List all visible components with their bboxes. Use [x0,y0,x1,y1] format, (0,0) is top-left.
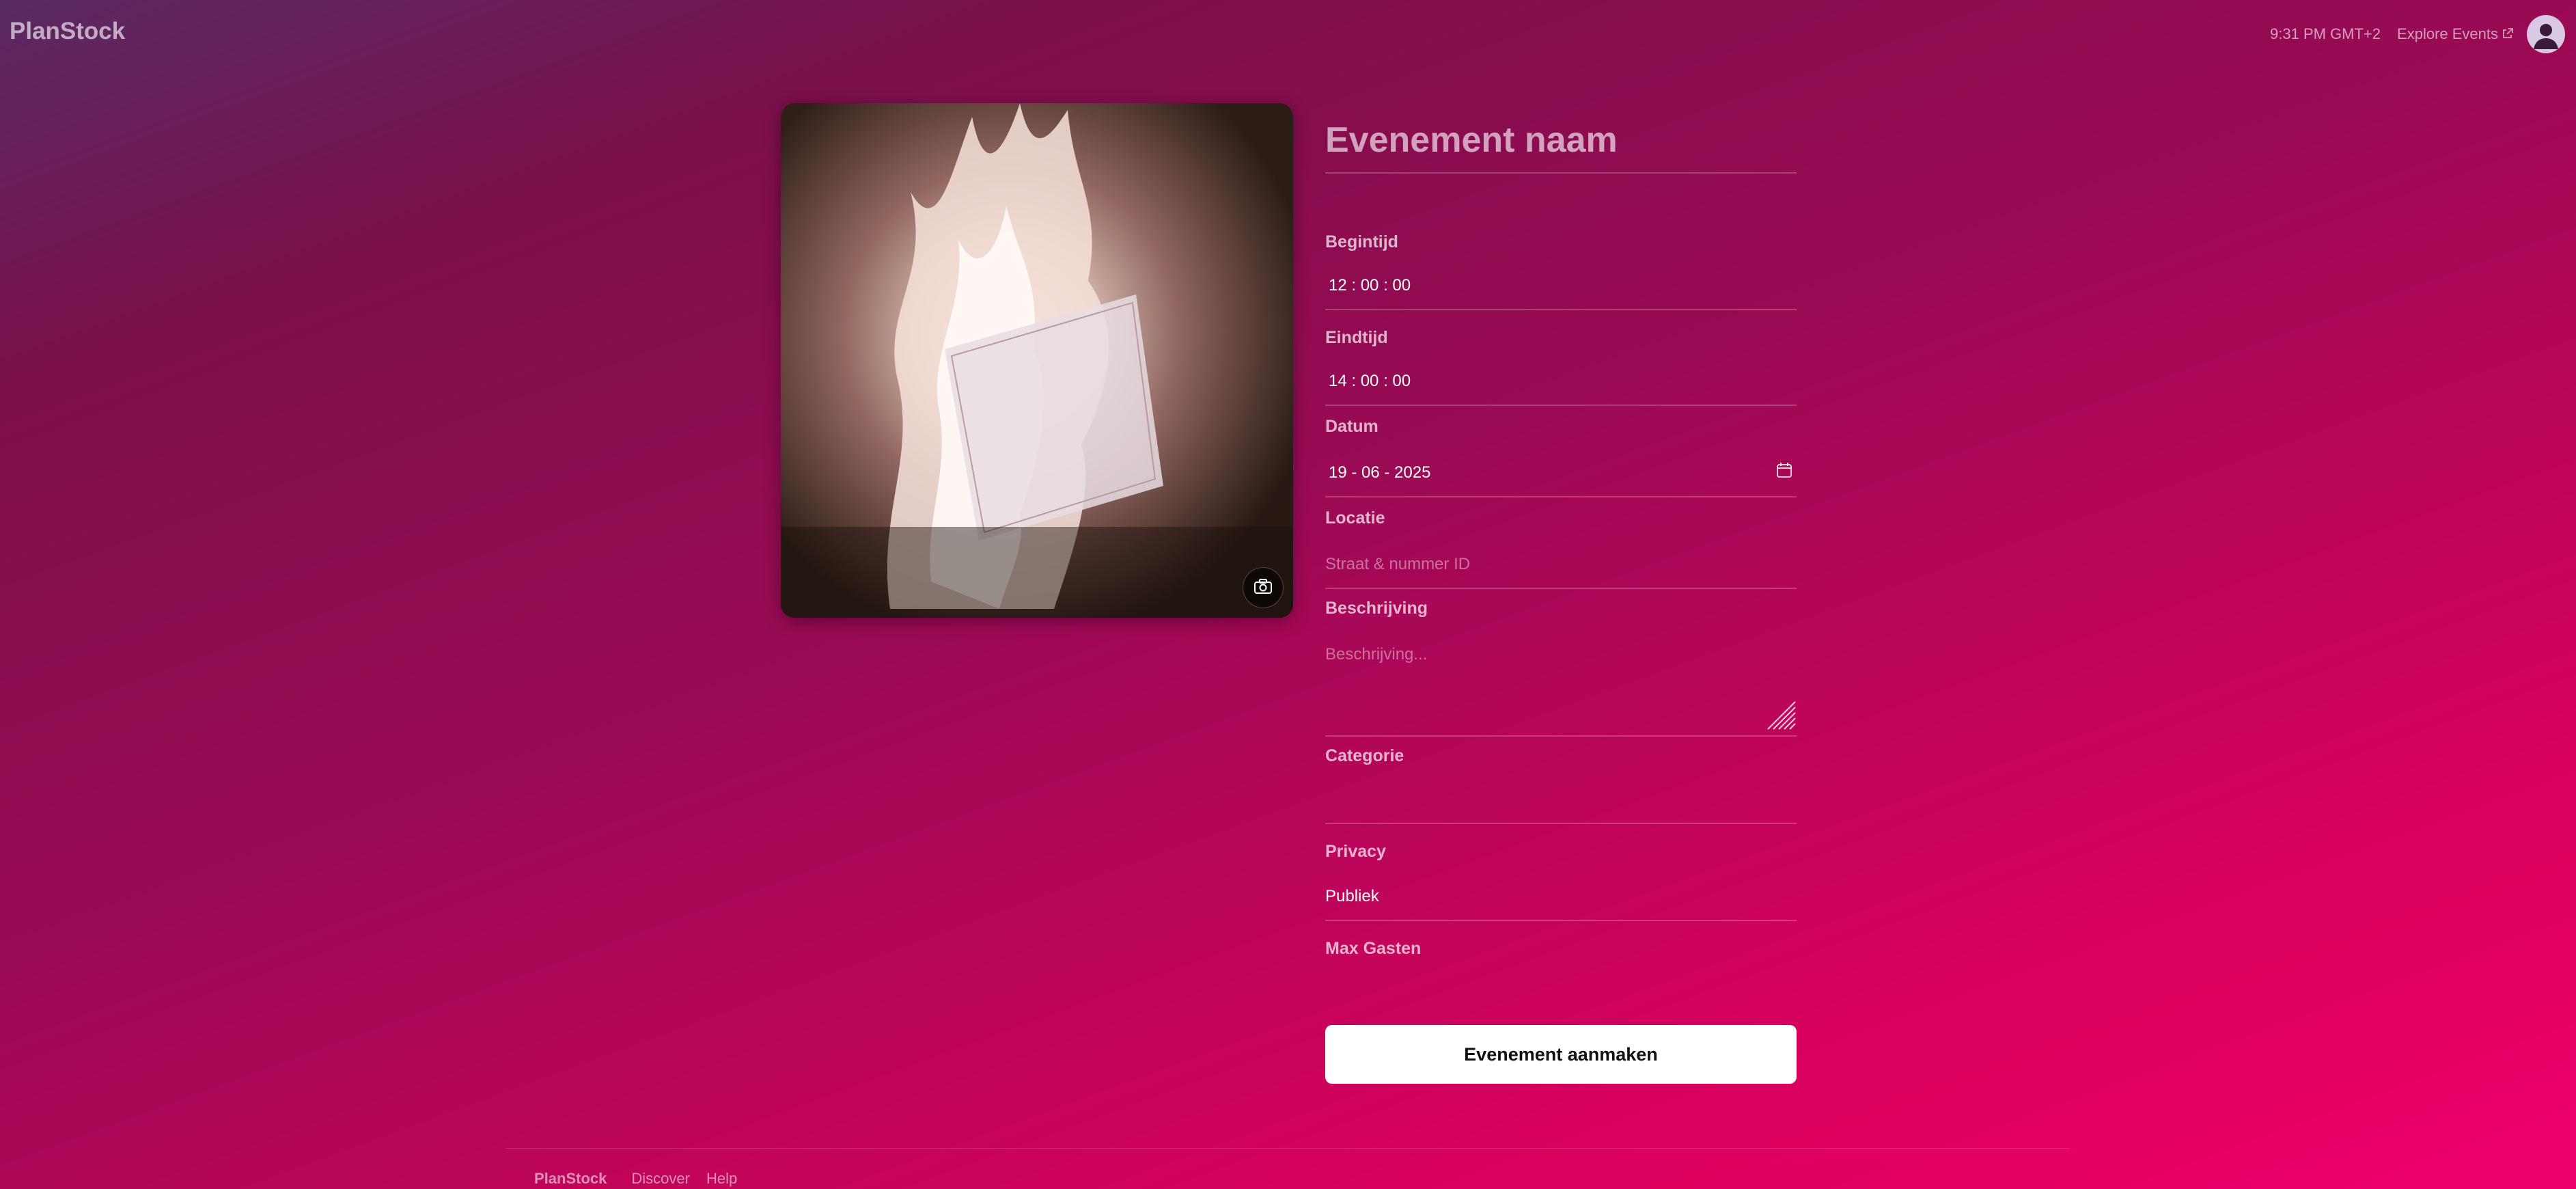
camera-button[interactable] [1243,567,1284,608]
max-guests-label: Max Gasten [1325,939,1422,958]
footer: PlanStock Discover Help [534,1170,753,1188]
footer-link-help[interactable]: Help [706,1170,737,1188]
footer-link-discover[interactable]: Discover [631,1170,690,1188]
start-time-label: Begintijd [1325,232,1398,251]
description-label: Beschrijving [1325,599,1428,618]
event-image[interactable] [781,103,1293,618]
category-label: Categorie [1325,746,1404,765]
resize-handle-icon[interactable] [1765,699,1797,735]
description-textarea[interactable]: Beschrijving... [1325,630,1797,737]
event-name-input[interactable]: Evenement naam [1325,109,1797,174]
description-placeholder: Beschrijving... [1325,645,1428,664]
calendar-icon[interactable] [1776,462,1792,483]
date-input[interactable]: 19 - 06 - 2025 [1325,448,1797,497]
location-label: Locatie [1325,508,1385,528]
end-time-value: 14 : 00 : 00 [1329,372,1411,390]
end-time-label: Eindtijd [1325,328,1388,347]
event-photo [781,103,1293,618]
explore-events-label: Explore Events [2397,25,2498,42]
privacy-select[interactable]: Publiek [1325,873,1797,921]
start-time-value: 12 : 00 : 00 [1329,276,1411,295]
location-input[interactable]: Straat & nummer ID [1325,540,1797,589]
location-placeholder: Straat & nummer ID [1325,555,1471,573]
explore-events-link[interactable]: Explore Events [2397,25,2513,43]
event-form: Evenement naam Begintijd 12 : 00 : 00 Ei… [1325,109,1797,1084]
start-time-input[interactable]: 12 : 00 : 00 [1325,264,1797,310]
brand-logo[interactable]: PlanStock [10,18,125,45]
external-link-icon [2502,25,2513,43]
date-label: Datum [1325,417,1379,436]
camera-icon [1254,578,1272,597]
end-time-input[interactable]: 14 : 00 : 00 [1325,359,1797,406]
footer-brand[interactable]: PlanStock [534,1170,607,1188]
category-select[interactable] [1325,778,1797,824]
privacy-value: Publiek [1325,887,1379,905]
clock-text: 9:31 PM GMT+2 [2270,25,2381,42]
user-avatar-icon[interactable] [2527,15,2565,53]
top-right-controls: 9:31 PM GMT+2 Explore Events [2270,15,2565,53]
privacy-label: Privacy [1325,842,1386,861]
date-value: 19 - 06 - 2025 [1329,463,1431,482]
top-bar: PlanStock 9:31 PM GMT+2 Explore Events [0,0,2576,68]
max-guests-input[interactable] [1325,970,1797,998]
footer-divider [505,1148,2070,1149]
create-event-button[interactable]: Evenement aanmaken [1325,1025,1797,1084]
